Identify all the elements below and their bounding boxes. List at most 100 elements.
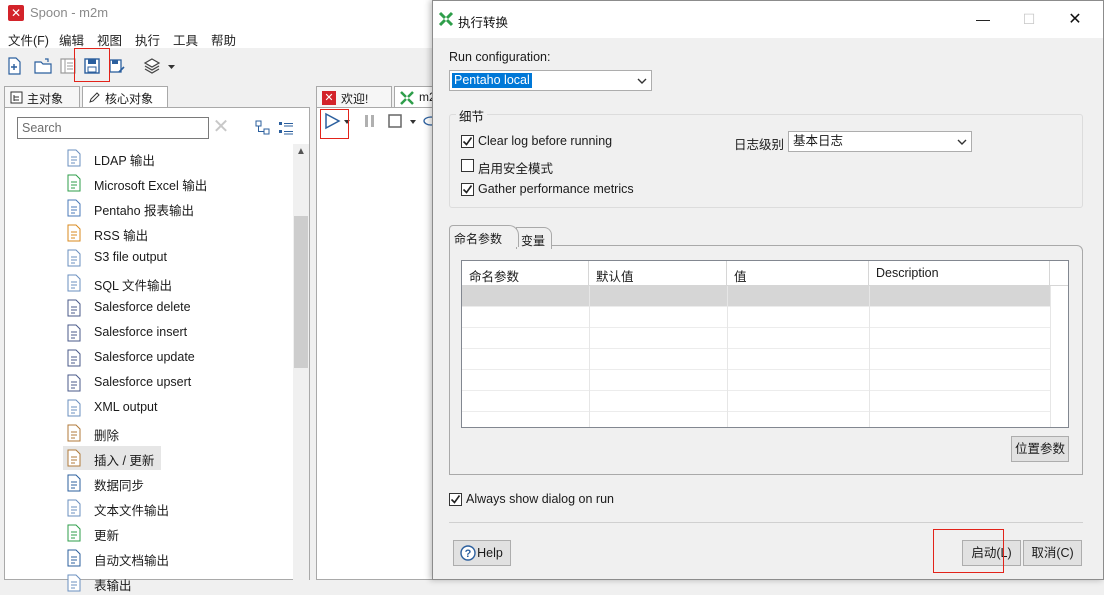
table-row[interactable] bbox=[462, 412, 1050, 427]
help-button[interactable]: ? Help bbox=[453, 540, 511, 566]
cancel-button[interactable]: 取消(C) bbox=[1023, 540, 1082, 566]
col-header-default-label: 默认值 bbox=[596, 270, 634, 284]
column-divider bbox=[1050, 286, 1051, 427]
always-show-label: Always show dialog on run bbox=[466, 492, 614, 506]
open-folder-icon[interactable] bbox=[33, 56, 53, 76]
tree-item[interactable]: Salesforce insert bbox=[63, 321, 263, 345]
salesforce-insert-icon bbox=[67, 324, 81, 342]
menu-help[interactable]: 帮助 bbox=[211, 30, 236, 49]
col-header-description[interactable]: Description bbox=[869, 261, 1050, 286]
tree-item-label: Microsoft Excel 输出 bbox=[94, 179, 208, 193]
rss-icon bbox=[67, 224, 81, 242]
table-output-icon bbox=[67, 574, 81, 592]
col-header-description-label: Description bbox=[876, 266, 939, 280]
clear-log-box[interactable] bbox=[461, 135, 474, 148]
dialog-title-bar: 执行转换 — ☐ ✕ bbox=[433, 1, 1103, 38]
table-row[interactable] bbox=[462, 391, 1050, 412]
table-row[interactable] bbox=[462, 328, 1050, 349]
clear-search-icon[interactable]: ✕ bbox=[211, 116, 231, 138]
tab-core-objects[interactable]: 核心对象 bbox=[82, 86, 168, 108]
parameters-table[interactable]: 命名参数 默认值 值 Description bbox=[461, 260, 1069, 428]
run-config-label: Run configuration: bbox=[449, 50, 551, 64]
collapse-all-icon[interactable] bbox=[277, 119, 295, 137]
table-row[interactable] bbox=[462, 349, 1050, 370]
layers-dropdown-icon[interactable] bbox=[166, 56, 178, 76]
table-row[interactable] bbox=[462, 370, 1050, 391]
table-row[interactable] bbox=[462, 307, 1050, 328]
chevron-down-icon bbox=[637, 78, 647, 84]
tree-item[interactable]: 插入 / 更新 bbox=[63, 446, 161, 470]
tree-item[interactable]: Pentaho 报表输出 bbox=[63, 196, 263, 220]
log-level-select[interactable]: 基本日志 bbox=[788, 131, 972, 152]
launch-highlight-box bbox=[933, 529, 1004, 573]
run-config-select[interactable]: Pentaho local bbox=[449, 70, 652, 91]
table-row[interactable] bbox=[462, 286, 1050, 307]
insert-update-icon bbox=[67, 449, 81, 467]
always-show-box[interactable] bbox=[449, 493, 462, 506]
chevron-down-icon bbox=[957, 139, 967, 145]
core-objects-panel: Search ✕ LDAP 输出 Microsoft Excel 输出 Pentah… bbox=[4, 107, 310, 593]
tab-named-parameters[interactable]: 命名参数 bbox=[449, 225, 519, 247]
tab-variables[interactable]: 变量 bbox=[516, 227, 552, 249]
layers-icon[interactable] bbox=[142, 56, 162, 76]
col-header-default[interactable]: 默认值 bbox=[589, 261, 727, 286]
tree-item[interactable]: 自动文档输出 bbox=[63, 546, 263, 570]
pause-icon[interactable] bbox=[363, 112, 377, 130]
run-highlight-box bbox=[320, 109, 349, 139]
tree-scrollbar[interactable]: ▲ bbox=[293, 144, 309, 580]
tree-item[interactable]: 数据同步 bbox=[63, 471, 263, 495]
stop-icon[interactable] bbox=[387, 112, 403, 130]
close-icon[interactable]: ✕ bbox=[1052, 5, 1098, 34]
text-file-icon bbox=[67, 499, 81, 517]
scrollbar-thumb[interactable] bbox=[294, 216, 308, 368]
s3-icon bbox=[67, 249, 81, 267]
app-title: Spoon - m2m bbox=[30, 5, 109, 20]
menu-tools[interactable]: 工具 bbox=[173, 30, 198, 49]
tree-item-label: S3 file output bbox=[94, 250, 167, 264]
tab-welcome[interactable]: ✕ 欢迎! bbox=[316, 86, 392, 108]
salesforce-upsert-icon bbox=[67, 374, 81, 392]
tree-item[interactable]: SQL 文件输出 bbox=[63, 271, 263, 295]
col-header-value[interactable]: 值 bbox=[727, 261, 869, 286]
tree-item-label: Salesforce update bbox=[94, 350, 195, 364]
expand-all-icon[interactable] bbox=[254, 119, 272, 137]
scroll-up-icon[interactable]: ▲ bbox=[293, 146, 309, 157]
checkmark-icon bbox=[462, 137, 473, 146]
new-file-icon[interactable] bbox=[4, 56, 24, 76]
tree-item[interactable]: 文本文件输出 bbox=[63, 496, 263, 520]
tree-item-label: LDAP 输出 bbox=[94, 154, 155, 168]
tree-item[interactable]: Salesforce delete bbox=[63, 296, 263, 320]
menu-view[interactable]: 视图 bbox=[97, 30, 122, 49]
tree-item-label: 自动文档输出 bbox=[94, 554, 170, 568]
checkmark-icon bbox=[462, 185, 473, 194]
tree-item-label: Salesforce insert bbox=[94, 325, 188, 339]
tree-item[interactable]: XML output bbox=[63, 396, 263, 420]
tree-item[interactable]: 更新 bbox=[63, 521, 263, 545]
minimize-icon[interactable]: — bbox=[960, 5, 1006, 34]
position-params-button[interactable]: 位置参数 bbox=[1011, 436, 1069, 462]
col-header-param[interactable]: 命名参数 bbox=[462, 261, 589, 286]
tree-item[interactable]: Salesforce update bbox=[63, 346, 263, 370]
safe-mode-box[interactable] bbox=[461, 159, 474, 172]
gather-metrics-box[interactable] bbox=[461, 183, 474, 196]
menu-bar: 文件(F) 编辑 视图 执行 工具 帮助 bbox=[0, 26, 440, 48]
excel-icon bbox=[67, 174, 81, 192]
save-as-icon[interactable] bbox=[107, 56, 127, 76]
transformation-canvas[interactable] bbox=[316, 107, 440, 580]
tab-variables-label: 变量 bbox=[521, 234, 546, 248]
tree-item[interactable]: S3 file output bbox=[63, 246, 263, 270]
tree-item[interactable]: 表输出 bbox=[63, 571, 263, 595]
stop-dropdown-icon[interactable] bbox=[409, 112, 417, 130]
tree-item-label: 表输出 bbox=[94, 579, 132, 593]
tree-item[interactable]: LDAP 输出 bbox=[63, 146, 263, 170]
menu-run[interactable]: 执行 bbox=[135, 30, 160, 49]
tree-item[interactable]: 删除 bbox=[63, 421, 263, 445]
maximize-icon: ☐ bbox=[1022, 11, 1036, 27]
search-input[interactable]: Search bbox=[17, 117, 209, 139]
tree-item[interactable]: Salesforce upsert bbox=[63, 371, 263, 395]
tree-item[interactable]: Microsoft Excel 输出 bbox=[63, 171, 263, 195]
tab-main-tree[interactable]: 主对象树 bbox=[4, 86, 80, 123]
tree-item[interactable]: RSS 输出 bbox=[63, 221, 263, 245]
menu-edit[interactable]: 编辑 bbox=[59, 30, 84, 49]
menu-file[interactable]: 文件(F) bbox=[8, 30, 49, 49]
